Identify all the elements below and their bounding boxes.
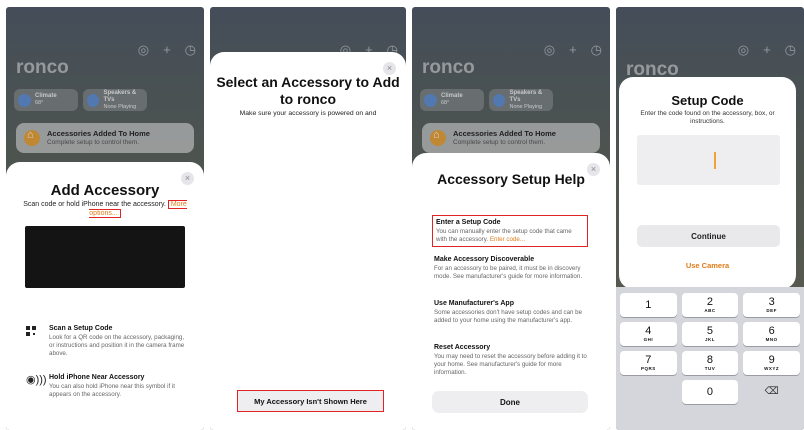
key-letters: JKL xyxy=(704,337,715,342)
keypad-key[interactable]: 8 TUV xyxy=(681,351,739,375)
key-digit: 3 xyxy=(768,296,775,308)
help-title: Enter a Setup Code xyxy=(436,219,501,226)
screen-add-accessory: ◎ + ◷ ronco Climate 68° Speakers & TVs Non… xyxy=(6,7,204,430)
enter-code-link[interactable]: Enter code... xyxy=(490,236,525,243)
option-desc: You can also hold iPhone near this symbo… xyxy=(49,383,176,399)
dialog-title: Setup Code xyxy=(671,93,744,108)
text-caret xyxy=(714,152,716,169)
select-accessory-sheet: × Select an Accessory to Add to ronco Ma… xyxy=(210,52,406,430)
key-letters: DEF xyxy=(766,308,777,313)
sheet-title: Accessory Setup Help xyxy=(437,171,585,187)
keypad-key[interactable]: 5 JKL xyxy=(681,322,739,346)
key-digit: ⌫ xyxy=(764,386,779,397)
key-letters: TUV xyxy=(704,366,716,371)
sheet-subtitle: Scan code or hold iPhone near the access… xyxy=(18,200,192,219)
key-digit: 2 xyxy=(706,296,714,308)
help-title: Use Manufacturer's App xyxy=(434,300,514,307)
subtitle-text: Scan code or hold iPhone near the access… xyxy=(23,201,166,208)
delete-key-icon[interactable]: ⌫ xyxy=(743,380,800,404)
keypad-blank xyxy=(620,380,677,404)
continue-button[interactable]: Continue xyxy=(637,225,780,247)
screen-setup-help: ◎ + ◷ ronco Climate 68° Speakers & TVs Non… xyxy=(412,7,610,430)
keypad-key[interactable]: 1 xyxy=(620,293,677,317)
sheet-title: Select an Accessory to Add to ronco xyxy=(216,74,400,107)
keypad-key[interactable]: 7 PQRS xyxy=(620,351,677,375)
option-desc: Look for a QR code on the accessory, pac… xyxy=(49,334,185,358)
help-manufacturer-app: Use Manufacturer's App Some accessories … xyxy=(434,299,592,325)
key-digit: 4 xyxy=(645,325,652,337)
help-desc: For an accessory to be paired, it must b… xyxy=(434,265,583,281)
key-digit: 6 xyxy=(768,325,775,337)
option-title: Hold iPhone Near Accessory xyxy=(49,374,145,381)
key-letters: MNO xyxy=(765,337,778,342)
help-make-discoverable: Make Accessory Discoverable For an acces… xyxy=(434,255,592,281)
key-digit: 8 xyxy=(706,354,714,366)
key-digit: 0 xyxy=(706,385,714,398)
key-digit: 7 xyxy=(645,354,652,366)
key-letters: GHI xyxy=(643,337,654,342)
screen-select-accessory: ◎ + ◷ × Select an Accessory to Add to ro… xyxy=(210,7,406,430)
keypad-key[interactable]: 3 DEF xyxy=(743,293,800,317)
screen-setup-code: ◎ + ◷ ronco Setup Code Enter the code fo… xyxy=(616,7,804,430)
help-desc: You may need to reset the accessory befo… xyxy=(434,353,587,377)
number-keypad: 1 2 ABC 3 DEF 4 GHI 5 JKL 6 MNO 7 PQRS 8 TUV 9 WXYZ 0 ⌫ xyxy=(616,287,804,430)
help-desc: Some accessories don't have setup codes … xyxy=(434,309,583,325)
setup-help-sheet: × Accessory Setup Help Enter a Setup Cod… xyxy=(412,153,610,430)
use-camera-button[interactable]: Use Camera xyxy=(619,261,796,270)
sheet-title: Add Accessory xyxy=(50,182,160,199)
help-enter-setup-code: Enter a Setup Code You can manually ente… xyxy=(432,215,588,248)
setup-code-dialog: Setup Code Enter the code found on the a… xyxy=(619,77,796,289)
qr-code-icon xyxy=(26,324,38,358)
keypad-key[interactable]: 4 GHI xyxy=(620,322,677,346)
help-title: Make Accessory Discoverable xyxy=(434,256,535,263)
help-reset-accessory: Reset Accessory You may need to reset th… xyxy=(434,343,592,377)
option-scan-code: Scan a Setup Code Look for a QR code on t… xyxy=(26,324,190,358)
add-accessory-sheet: × Add Accessory Scan code or hold iPhone… xyxy=(6,162,204,430)
dialog-subtitle: Enter the code found on the accessory, b… xyxy=(640,110,775,126)
key-letters: ABC xyxy=(704,308,716,313)
key-digit: 1 xyxy=(645,298,652,311)
keypad-key[interactable]: 0 xyxy=(681,380,739,404)
setup-code-input[interactable] xyxy=(637,135,780,185)
key-digit: 9 xyxy=(768,354,775,366)
keypad-key[interactable]: 2 ABC xyxy=(681,293,739,317)
option-title: Scan a Setup Code xyxy=(49,325,113,332)
nfc-icon: ◉))) xyxy=(26,374,47,386)
accessory-not-shown-button[interactable]: My Accessory Isn't Shown Here xyxy=(237,390,384,412)
option-hold-iphone: ◉))) Hold iPhone Near Accessory You can a… xyxy=(26,373,190,399)
keypad-key[interactable]: 9 WXYZ xyxy=(743,351,800,375)
key-digit: 5 xyxy=(706,325,714,337)
sheet-subtitle: Make sure your accessory is powered on a… xyxy=(239,110,377,117)
help-title: Reset Accessory xyxy=(434,344,491,351)
keypad-key[interactable]: 6 MNO xyxy=(743,322,800,346)
done-button[interactable]: Done xyxy=(432,391,588,413)
key-letters: PQRS xyxy=(640,366,656,371)
camera-viewfinder xyxy=(25,226,185,288)
key-letters: WXYZ xyxy=(764,366,780,371)
